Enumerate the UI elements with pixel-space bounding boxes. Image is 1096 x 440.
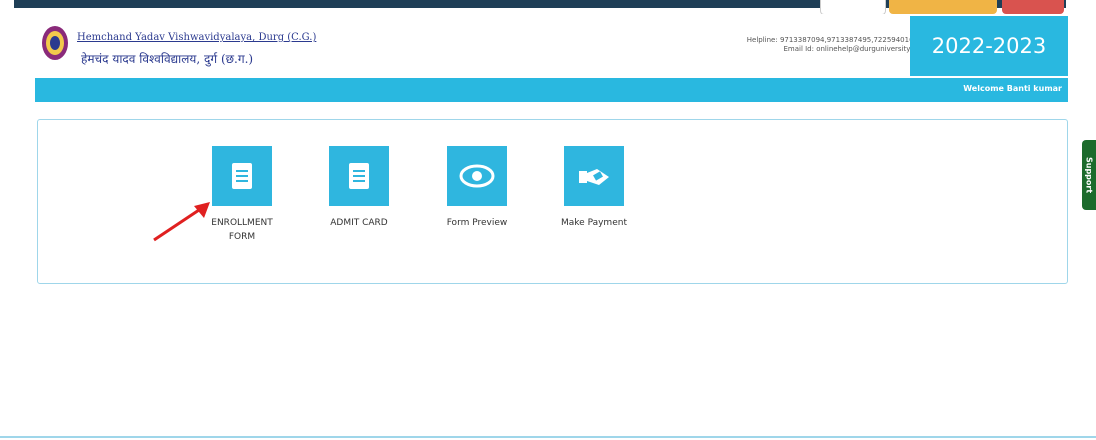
welcome-bar: Welcome Banti kumar <box>35 78 1068 102</box>
make-payment-tile[interactable]: Make Payment <box>539 146 649 230</box>
red-arrow-annotation <box>153 202 210 242</box>
top-button-red[interactable] <box>1002 0 1064 14</box>
admit-card-label: ADMIT CARD <box>330 218 388 228</box>
site-header: Hemchand Yadav Vishwavidyalaya, Durg (C.… <box>35 14 1068 88</box>
eye-icon <box>459 164 495 188</box>
make-payment-label: Make Payment <box>561 218 627 228</box>
helpline-info: Helpline: 9713387094,9713387495,72259401… <box>747 36 918 54</box>
top-button-white[interactable] <box>820 0 886 15</box>
welcome-text: Welcome Banti kumar <box>963 84 1062 93</box>
helpline-email: Email Id: onlinehelp@durguniversity.in <box>783 45 918 53</box>
document-icon <box>232 163 252 189</box>
enrollment-form-button[interactable] <box>212 146 272 206</box>
university-seal-icon <box>42 26 68 60</box>
session-badge: 2022-2023 <box>910 16 1068 76</box>
form-preview-label: Form Preview <box>446 218 508 228</box>
university-name-english[interactable]: Hemchand Yadav Vishwavidyalaya, Durg (C.… <box>77 32 316 43</box>
make-payment-button[interactable] <box>564 146 624 206</box>
helpline-numbers: Helpline: 9713387094,9713387495,72259401… <box>746 36 918 44</box>
document-icon <box>349 163 369 189</box>
support-tab[interactable]: Support <box>1082 140 1096 210</box>
admit-card-tile[interactable]: ADMIT CARD <box>304 146 414 230</box>
top-button-orange[interactable] <box>889 0 997 14</box>
support-label: Support <box>1084 156 1094 194</box>
footer-divider <box>0 436 1096 438</box>
form-preview-button[interactable] <box>447 146 507 206</box>
form-preview-tile[interactable]: Form Preview <box>422 146 532 230</box>
university-name-hindi: हेमचंद यादव विश्वविद्यालय, दुर्ग (छ.ग.) <box>81 52 254 66</box>
payment-hand-icon <box>579 169 609 185</box>
admit-card-button[interactable] <box>329 146 389 206</box>
